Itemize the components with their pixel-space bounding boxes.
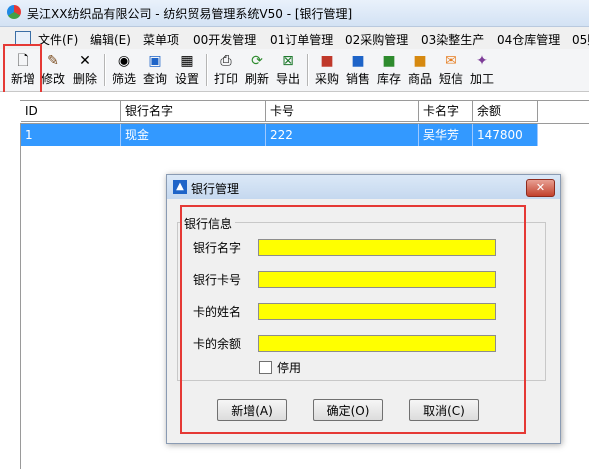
edit-brush-icon: ✎ xyxy=(47,53,59,69)
printer-icon: ⎙ xyxy=(220,53,232,69)
export-label: 导出 xyxy=(275,72,300,86)
purchase-label: 采购 xyxy=(314,72,339,86)
filter-button[interactable]: ◉ 筛选 xyxy=(109,51,139,89)
sales-icon: ■ xyxy=(351,53,365,69)
sms-label: 短信 xyxy=(438,72,463,86)
toolbar: 🗋 新增 ✎ 修改 ✕ 删除 ◉ 筛选 ▣ 查询 ▦ 设置 ⎙ 打印 ⟳ 刷新 … xyxy=(0,49,589,92)
delete-button[interactable]: ✕ 删除 xyxy=(70,51,100,89)
close-button[interactable]: ✕ xyxy=(526,179,555,197)
edit-button[interactable]: ✎ 修改 xyxy=(38,51,68,89)
menu-finance[interactable]: 05财 xyxy=(572,31,589,48)
filter-label: 筛选 xyxy=(111,72,136,86)
col-header-card-holder[interactable]: 卡名字 xyxy=(419,101,473,122)
product-label: 商品 xyxy=(407,72,432,86)
sms-icon: ✉ xyxy=(445,53,457,69)
export-excel-icon: ⊠ xyxy=(282,53,294,69)
dialog-app-icon: ▲ xyxy=(173,180,187,194)
query-button[interactable]: ▣ 查询 xyxy=(140,51,170,89)
print-button[interactable]: ⎙ 打印 xyxy=(211,51,241,89)
menu-orders[interactable]: 01订单管理 xyxy=(270,31,333,48)
dialog-title: 银行管理 xyxy=(191,182,240,196)
settings-button[interactable]: ▦ 设置 xyxy=(172,51,202,89)
binoculars-icon: ◉ xyxy=(117,53,131,69)
purchase-button[interactable]: ■ 采购 xyxy=(312,51,342,89)
print-label: 打印 xyxy=(213,72,238,86)
product-icon: ■ xyxy=(413,53,427,69)
title-bar: 吴江XX纺织品有限公司 - 纺织贸易管理系统V50 - [银行管理] xyxy=(0,0,589,27)
settings-label: 设置 xyxy=(174,72,199,86)
menu-purchasing[interactable]: 02采购管理 xyxy=(345,31,408,48)
settings-grid-icon: ▦ xyxy=(180,53,194,69)
toolbar-separator xyxy=(307,54,309,86)
query-label: 查询 xyxy=(142,72,167,86)
toolbar-separator xyxy=(104,54,106,86)
refresh-button[interactable]: ⟳ 刷新 xyxy=(242,51,272,89)
refresh-icon: ⟳ xyxy=(251,53,263,69)
inventory-button[interactable]: ■ 库存 xyxy=(374,51,404,89)
dialog-content-highlight xyxy=(180,205,526,434)
processing-icon: ✦ xyxy=(476,53,488,69)
inventory-label: 库存 xyxy=(376,72,401,86)
col-header-bank-name[interactable]: 银行名字 xyxy=(121,101,266,122)
toolbar-separator xyxy=(206,54,208,86)
new-button-highlight xyxy=(3,44,42,98)
menu-edit[interactable]: 编辑(E) xyxy=(90,31,131,48)
table-row-cell-balance[interactable]: 147800 xyxy=(473,124,538,146)
processing-label: 加工 xyxy=(469,72,494,86)
edit-label: 修改 xyxy=(40,72,65,86)
sales-label: 销售 xyxy=(345,72,370,86)
col-header-card-number[interactable]: 卡号 xyxy=(266,101,419,122)
menu-development[interactable]: 00开发管理 xyxy=(193,31,256,48)
window-title: 吴江XX纺织品有限公司 - 纺织贸易管理系统V50 - [银行管理] xyxy=(27,7,353,21)
inventory-icon: ■ xyxy=(382,53,396,69)
menu-bar: 文件(F) 编辑(E) 菜单项 00开发管理 01订单管理 02采购管理 03染… xyxy=(0,27,589,49)
product-button[interactable]: ■ 商品 xyxy=(405,51,435,89)
menu-menu-items[interactable]: 菜单项 xyxy=(143,31,179,48)
table-row-cell-card-holder[interactable]: 吴华芳 xyxy=(419,124,473,146)
app-logo-icon xyxy=(7,5,21,19)
query-icon: ▣ xyxy=(148,53,162,69)
table-row-cell-bank-name[interactable]: 现金 xyxy=(121,124,266,146)
menu-dyeing[interactable]: 03染整生产 xyxy=(421,31,484,48)
export-button[interactable]: ⊠ 导出 xyxy=(273,51,303,89)
col-header-id[interactable]: ID xyxy=(21,101,121,122)
table-row-cell-card-number[interactable]: 222 xyxy=(266,124,419,146)
delete-x-icon: ✕ xyxy=(79,53,91,69)
sales-button[interactable]: ■ 销售 xyxy=(343,51,373,89)
table-row-cell-id[interactable]: 1 xyxy=(21,124,121,146)
menu-warehouse[interactable]: 04仓库管理 xyxy=(497,31,560,48)
dialog-title-bar[interactable]: ▲ 银行管理 ✕ xyxy=(167,175,560,199)
menu-file[interactable]: 文件(F) xyxy=(38,31,78,48)
sms-button[interactable]: ✉ 短信 xyxy=(436,51,466,89)
purchase-icon: ■ xyxy=(320,53,334,69)
delete-label: 删除 xyxy=(72,72,97,86)
refresh-label: 刷新 xyxy=(244,72,269,86)
processing-button[interactable]: ✦ 加工 xyxy=(467,51,497,89)
col-header-balance[interactable]: 余额 xyxy=(473,101,538,122)
